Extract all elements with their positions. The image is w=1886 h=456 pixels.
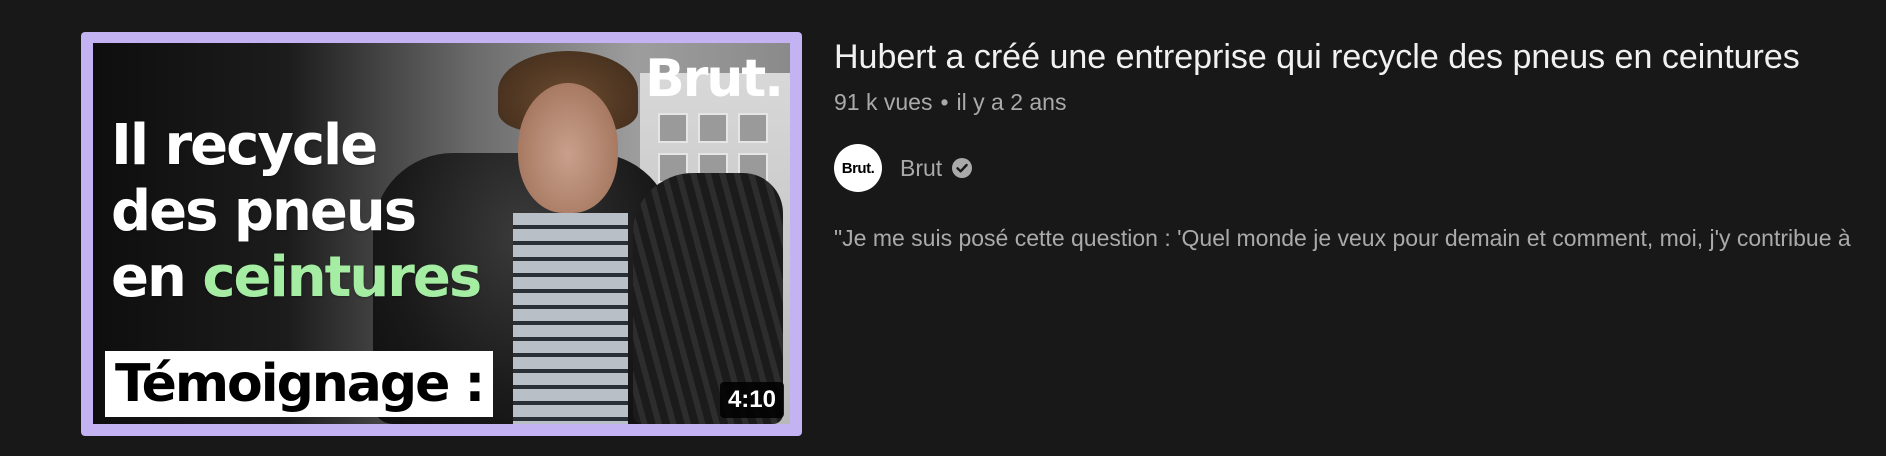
video-result-row: Brut. Il recycle des pneus en ceintures … (0, 0, 1886, 456)
brut-logo: Brut. (645, 49, 784, 109)
thumbnail-tag: Témoignage : (105, 351, 494, 417)
video-description-snippet: "Je me suis posé cette question : 'Quel … (834, 225, 1851, 251)
thumbnail-image: Brut. Il recycle des pneus en ceintures … (93, 43, 790, 424)
channel-link[interactable]: Brut. Brut (834, 144, 974, 192)
thumbnail-headline: Il recycle des pneus en ceintures (111, 113, 482, 311)
meta-separator: • (940, 89, 949, 115)
video-title[interactable]: Hubert a créé une entreprise qui recycle… (834, 35, 1800, 79)
headline-line-2: des pneus (111, 179, 417, 244)
duration-badge: 4:10 (719, 382, 784, 418)
view-count: 91 k vues (834, 89, 933, 115)
video-metadata: 91 k vues • il y a 2 ans (834, 86, 1066, 118)
channel-name[interactable]: Brut (900, 155, 942, 182)
channel-avatar[interactable]: Brut. (834, 144, 882, 192)
verified-check-icon (950, 156, 974, 180)
upload-age: il y a 2 ans (956, 89, 1067, 115)
headline-line-3: en ceintures (111, 245, 482, 310)
headline-line-1: Il recycle (111, 113, 378, 178)
video-thumbnail[interactable]: Brut. Il recycle des pneus en ceintures … (81, 32, 802, 436)
headline-accent: ceintures (202, 245, 482, 310)
